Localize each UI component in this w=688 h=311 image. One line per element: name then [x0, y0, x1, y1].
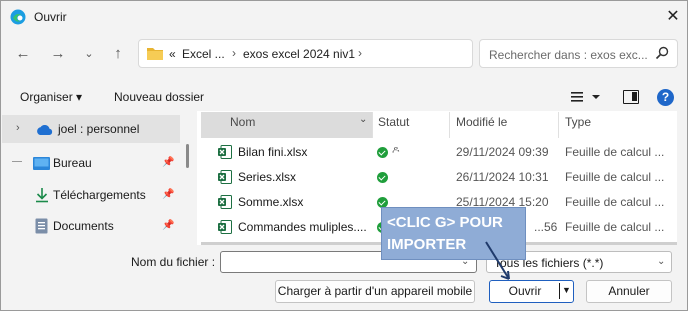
cloud-icon	[37, 124, 53, 135]
nav-item-bureau[interactable]: Bureau 📌	[2, 149, 180, 177]
shared-person-icon: ዶ	[392, 145, 400, 156]
filename-label: Nom du fichier :	[131, 255, 216, 269]
search-box[interactable]: Rechercher dans : exos exc...	[479, 39, 678, 68]
documents-icon	[35, 218, 48, 234]
pin-icon[interactable]: 📌	[162, 220, 174, 231]
file-modified: 29/11/2024 09:39	[456, 145, 549, 159]
preview-pane-icon[interactable]	[623, 90, 639, 104]
column-divider[interactable]	[449, 112, 450, 138]
file-type: Feuille de calcul ...	[565, 170, 665, 184]
nav-item-onedrive[interactable]: › joel : personnel	[2, 115, 180, 143]
filter-chevron-icon[interactable]: ⌄	[657, 256, 665, 267]
window-title: Ouvrir	[34, 10, 67, 24]
view-options-icon[interactable]	[570, 89, 600, 105]
help-icon[interactable]: ?	[657, 89, 674, 106]
nav-item-label: Téléchargements	[53, 188, 146, 202]
nav-scrollbar[interactable]	[186, 144, 189, 168]
expand-chevron-icon[interactable]: ›	[16, 122, 20, 134]
column-header-name[interactable]: Nom	[230, 115, 255, 137]
file-modified: ...56	[534, 220, 558, 234]
nav-item-documents[interactable]: Documents 📌	[2, 212, 180, 240]
file-row[interactable]: Bilan fini.xlsx ዶ 29/11/2024 09:39 Feuil…	[197, 141, 677, 165]
excel-file-icon	[218, 145, 232, 159]
file-row[interactable]: Series.xlsx 26/11/2024 10:31 Feuille de …	[197, 166, 677, 190]
pin-icon[interactable]: 📌	[162, 157, 174, 168]
excel-file-icon	[218, 220, 232, 234]
nav-item-telechargements[interactable]: Téléchargements 📌	[2, 181, 180, 209]
file-type: Feuille de calcul ...	[565, 195, 665, 209]
download-icon	[36, 188, 48, 203]
nav-item-label: joel : personnel	[58, 122, 140, 136]
address-bar[interactable]: « Excel ... › exos excel 2024 niv1 ›	[138, 39, 473, 68]
search-icon[interactable]	[655, 46, 669, 60]
open-button-divider	[559, 283, 560, 299]
search-placeholder[interactable]: Rechercher dans : exos exc...	[489, 48, 648, 62]
breadcrumb-current-folder[interactable]: exos excel 2024 niv1	[243, 47, 355, 61]
file-name: Bilan fini.xlsx	[238, 145, 308, 159]
file-type: Feuille de calcul ...	[565, 145, 665, 159]
sort-chevron-icon[interactable]: ⌄	[359, 114, 367, 136]
desktop-icon	[33, 157, 50, 170]
annotation-arrow-icon	[485, 241, 510, 280]
folder-icon	[147, 48, 163, 60]
nav-item-label: Documents	[53, 219, 114, 233]
synced-status-icon	[377, 147, 388, 158]
breadcrumb-chevron-icon[interactable]: ›	[358, 46, 362, 60]
back-arrow-icon[interactable]: ←	[12, 43, 34, 65]
close-icon[interactable]: ✕	[663, 7, 683, 27]
nav-item-label: Bureau	[53, 156, 92, 170]
open-split-arrow-icon[interactable]: ▼	[562, 285, 571, 295]
column-divider[interactable]	[558, 112, 559, 138]
file-modified: 26/11/2024 10:31	[456, 170, 549, 184]
column-divider[interactable]	[372, 112, 373, 138]
organize-menu[interactable]: Organiser ▾	[20, 90, 82, 104]
pin-icon[interactable]: 📌	[162, 189, 174, 200]
breadcrumb-chevron-icon[interactable]: ›	[232, 46, 236, 60]
column-header-status[interactable]: Statut	[378, 115, 409, 137]
edge-icon	[10, 9, 26, 25]
breadcrumb-overflow[interactable]: «	[169, 47, 176, 61]
breadcrumb-excel[interactable]: Excel ...	[182, 47, 225, 61]
column-header-modified[interactable]: Modifié le	[456, 115, 507, 137]
file-name: Somme.xlsx	[238, 195, 304, 209]
file-name: Commandes muliples....	[238, 220, 367, 234]
cancel-button[interactable]: Annuler	[586, 280, 672, 303]
column-header-type[interactable]: Type	[565, 115, 591, 137]
file-name: Series.xlsx	[238, 170, 297, 184]
title-bar: Ouvrir ✕	[1, 1, 687, 33]
up-arrow-icon[interactable]: ↑	[107, 43, 129, 65]
excel-file-icon	[218, 195, 232, 209]
load-from-mobile-button[interactable]: Charger à partir d'un appareil mobile	[275, 280, 475, 303]
navigation-pane: › joel : personnel Bureau 📌 Téléchargeme…	[2, 111, 182, 245]
open-dialog: Ouvrir ✕ ← → ⌄ ↑ « Excel ... › exos exce…	[0, 0, 688, 311]
excel-file-icon	[218, 170, 232, 184]
chevron-down-icon[interactable]: ⌄	[78, 43, 100, 65]
file-type: Feuille de calcul ...	[565, 220, 665, 234]
forward-arrow-icon[interactable]: →	[47, 43, 69, 65]
new-folder-button[interactable]: Nouveau dossier	[114, 90, 204, 104]
synced-status-icon	[377, 172, 388, 183]
column-header-name-bg[interactable]	[201, 112, 372, 138]
